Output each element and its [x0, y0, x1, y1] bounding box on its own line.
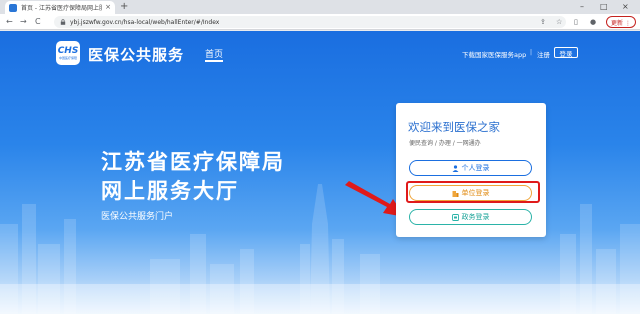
nav-home-link[interactable]: 首页: [205, 47, 223, 60]
profile-icon[interactable]: ●: [590, 16, 596, 28]
site-brand-title[interactable]: 医保公共服务: [88, 44, 184, 65]
star-icon[interactable]: ☆: [556, 16, 562, 28]
back-icon[interactable]: ←: [6, 16, 13, 28]
login-card-subtitle: 便民查询 / 办理 / 一网通办: [409, 140, 481, 147]
forward-icon[interactable]: →: [20, 16, 27, 28]
download-app-link[interactable]: 下载国家医保服务app: [462, 49, 526, 59]
browser-toolbar: ← → C ybj.jszwfw.gov.cn/hsa-local/web/ha…: [0, 14, 640, 30]
reload-icon[interactable]: C: [35, 16, 41, 28]
unit-login-highlight-box: [406, 181, 540, 203]
maximize-icon[interactable]: □: [600, 1, 608, 13]
browser-tab[interactable]: 首页 - 江苏省医疗保障局网上服务 ×: [5, 1, 115, 14]
site-header: CHS 中国医疗保障 医保公共服务 首页 下载国家医保服务app | 注册 登录: [0, 31, 640, 71]
user-icon: [452, 164, 459, 172]
personal-login-button[interactable]: 个人登录: [409, 160, 532, 176]
login-card: 欢迎来到医保之家 便民查询 / 办理 / 一网通办 个人登录 单位登录 政务登录: [396, 103, 546, 237]
header-login-button[interactable]: 登录: [554, 47, 578, 58]
browser-tab-strip: 首页 - 江苏省医疗保障局网上服务 × + – □ ×: [0, 0, 640, 14]
header-separator: |: [530, 49, 533, 56]
personal-login-label: 个人登录: [461, 164, 490, 172]
hero-title-line2: 网上服务大厅: [101, 179, 239, 203]
gov-login-icon: [451, 213, 459, 221]
window-close-icon[interactable]: ×: [622, 1, 629, 13]
new-tab-button[interactable]: +: [120, 1, 128, 13]
sidebar-icon[interactable]: ▯: [574, 16, 578, 28]
address-bar[interactable]: ybj.jszwfw.gov.cn/hsa-local/web/hallEnte…: [54, 16, 566, 28]
gov-login-label: 政务登录: [461, 213, 490, 221]
lock-icon: [60, 19, 66, 25]
register-link[interactable]: 注册: [537, 49, 550, 59]
hero-title-line1: 江苏省医疗保障局: [101, 150, 285, 174]
page-content: CHS 中国医疗保障 医保公共服务 首页 下载国家医保服务app | 注册 登录…: [0, 31, 640, 314]
login-card-title: 欢迎来到医保之家: [408, 120, 500, 134]
gov-login-button[interactable]: 政务登录: [409, 209, 532, 225]
tab-close-icon[interactable]: ×: [105, 4, 111, 11]
site-favicon-icon: [9, 3, 17, 12]
chs-logo-icon[interactable]: CHS 中国医疗保障: [56, 41, 80, 65]
minimize-icon[interactable]: –: [580, 1, 584, 13]
update-button[interactable]: 更新 ⋮: [606, 16, 636, 28]
hero-subtitle: 医保公共服务门户: [101, 212, 174, 222]
share-icon[interactable]: ⇪: [540, 16, 546, 28]
url-text: ybj.jszwfw.gov.cn/hsa-local/web/hallEnte…: [70, 18, 220, 26]
tab-title: 首页 - 江苏省医疗保障局网上服务: [21, 5, 103, 12]
nav-home-underline: [205, 60, 223, 62]
